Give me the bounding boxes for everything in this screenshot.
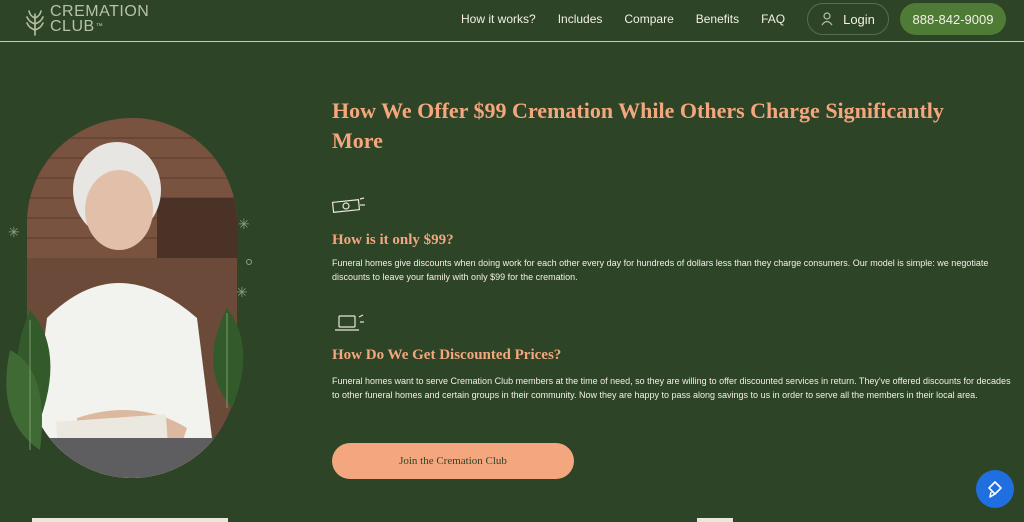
join-club-label: Join the Cremation Club	[399, 455, 507, 467]
logo[interactable]: CREMATION CLUB™	[24, 4, 149, 36]
nav-benefits[interactable]: Benefits	[696, 12, 739, 26]
nav-includes[interactable]: Includes	[558, 12, 603, 26]
wheat-logo-icon	[26, 10, 44, 36]
site-header: CREMATION CLUB™ How it works? Includes C…	[0, 0, 1024, 42]
logo-wordmark: CREMATION CLUB™	[50, 3, 150, 35]
section-title-only-99: How is it only $99?	[332, 232, 454, 248]
chat-button[interactable]	[976, 470, 1014, 508]
leaf-decoration-icon	[6, 310, 51, 450]
logo-line1: CREMATION	[50, 3, 150, 20]
leaf-decoration-icon	[213, 308, 244, 408]
login-label: Login	[843, 11, 875, 27]
page-title: How We Offer $99 Cremation While Others …	[332, 98, 944, 153]
nav-faq[interactable]: FAQ	[761, 12, 785, 26]
section-title-discounted-prices: How Do We Get Discounted Prices?	[332, 347, 562, 363]
trademark: ™	[95, 23, 104, 30]
user-icon	[821, 12, 833, 26]
phone-number: 888-842-9009	[912, 11, 994, 27]
chat-icon	[988, 481, 1002, 498]
section-body-only-99: Funeral homes give discounts when doing …	[332, 258, 989, 282]
nav-compare[interactable]: Compare	[624, 12, 673, 26]
section-body-discounted-prices: Funeral homes want to serve Cremation Cl…	[332, 376, 1011, 400]
sparkle-icon: ✳	[236, 284, 248, 300]
divider	[32, 518, 228, 522]
main-nav: How it works? Includes Compare Benefits …	[461, 12, 785, 26]
circle-decoration	[246, 259, 252, 265]
join-club-button[interactable]: Join the Cremation Club	[332, 443, 574, 479]
logo-line2: CLUB	[50, 18, 95, 35]
money-icon	[331, 197, 365, 213]
sparkle-icon: ✳	[238, 216, 250, 232]
phone-button[interactable]: 888-842-9009	[900, 3, 1006, 35]
sparkle-icon: ✳	[8, 224, 20, 240]
divider	[697, 518, 733, 522]
laptop-icon	[335, 314, 364, 331]
login-button[interactable]: Login	[807, 3, 889, 35]
nav-how-it-works[interactable]: How it works?	[461, 12, 536, 26]
